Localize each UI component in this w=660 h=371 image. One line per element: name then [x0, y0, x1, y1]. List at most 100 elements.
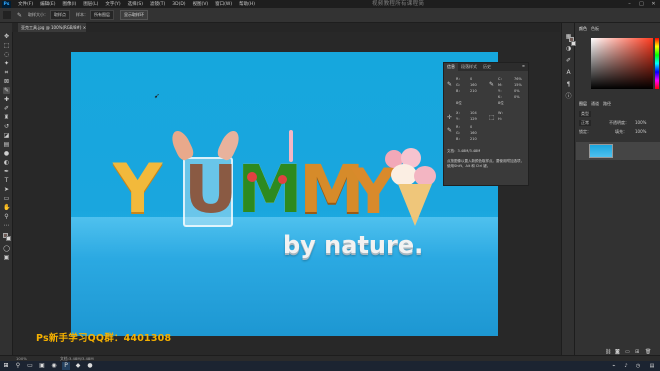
maximize-icon[interactable]: □: [636, 0, 647, 8]
color-bg-swatch[interactable]: [571, 41, 576, 46]
color-picker-field[interactable]: [591, 38, 653, 89]
shape-tool-icon[interactable]: ▭: [3, 195, 10, 202]
photoshop-taskbar-icon[interactable]: P: [62, 362, 70, 370]
explorer-icon[interactable]: ▣: [38, 362, 46, 370]
document-canvas[interactable]: Y U M M Y by nature.: [71, 52, 498, 336]
tab-paths[interactable]: 路径: [603, 101, 611, 107]
lasso-tool-icon[interactable]: ◌: [3, 51, 10, 58]
search-icon[interactable]: ⚲: [14, 362, 22, 370]
screen-mode-icon[interactable]: ▣: [3, 254, 10, 261]
sample-size-select[interactable]: 取样点: [50, 10, 71, 20]
menu-view[interactable]: 视图(V): [193, 1, 209, 7]
app-icon-2[interactable]: ●: [86, 362, 94, 370]
info-panel-tabs: 信息 段落样式 历史: [444, 63, 528, 71]
menu-help[interactable]: 帮助(H): [239, 1, 255, 7]
pen-tool-icon[interactable]: ✒: [3, 168, 10, 175]
paragraph-panel-icon[interactable]: ¶: [565, 81, 572, 88]
w-label: W：: [498, 111, 505, 115]
blur-tool-icon[interactable]: ●: [3, 150, 10, 157]
marquee-tool-icon[interactable]: ⬚: [3, 42, 10, 49]
info-panel: 信息 段落样式 历史 ≡ ✎ R： G： B： 0 160 210 ✎ C： M…: [443, 62, 529, 186]
character-panel-icon[interactable]: A: [565, 69, 572, 76]
minimize-icon[interactable]: –: [624, 0, 635, 8]
rgb-g-value: 160: [470, 83, 477, 87]
quick-select-tool-icon[interactable]: ✦: [3, 60, 10, 67]
background-color-swatch[interactable]: [6, 236, 11, 241]
tray-network-icon[interactable]: ⌁: [610, 362, 618, 370]
brush-panel-icon[interactable]: ✐: [565, 57, 572, 64]
app-icon-1[interactable]: ◆: [74, 362, 82, 370]
close-icon[interactable]: ✕: [648, 0, 659, 8]
browser-icon[interactable]: ◉: [50, 362, 58, 370]
tray-clock-icon[interactable]: ◷: [634, 362, 642, 370]
cmyk-c-label: C：: [498, 77, 504, 81]
notification-icon[interactable]: ▤: [648, 362, 656, 370]
window-title: 视频教程所有课程简: [372, 1, 425, 7]
panel-menu-icon[interactable]: ≡: [522, 64, 525, 68]
tray-volume-icon[interactable]: ♪: [622, 362, 630, 370]
adjustments-panel-icon[interactable]: ◑: [565, 45, 572, 52]
eyedropper-icon[interactable]: ✎: [3, 87, 10, 94]
eraser-tool-icon[interactable]: ◪: [3, 132, 10, 139]
dodge-tool-icon[interactable]: ◐: [3, 159, 10, 166]
fill-value[interactable]: 100%: [635, 129, 646, 134]
menu-window[interactable]: 窗口(W): [215, 1, 232, 7]
windows-start-icon[interactable]: ⊞: [2, 362, 10, 370]
path-select-icon[interactable]: ➤: [3, 186, 10, 193]
hue-slider[interactable]: [655, 38, 659, 89]
clone-stamp-icon[interactable]: ♜: [3, 114, 10, 121]
strawberry-1: [247, 172, 257, 182]
menu-3d[interactable]: 3D(D): [172, 2, 185, 7]
eyedropper-tool-icon[interactable]: ✎: [17, 12, 22, 19]
tab-paragraph-styles[interactable]: 段落样式: [458, 63, 480, 71]
rgb-g-label: G：: [456, 83, 463, 87]
healing-brush-icon[interactable]: ✚: [3, 96, 10, 103]
crosshair-icon: ✛: [447, 114, 453, 121]
sample-select[interactable]: 所有图层: [90, 10, 115, 20]
menu-file[interactable]: 文件(F): [18, 1, 33, 7]
info-panel-icon[interactable]: ⓘ: [565, 93, 572, 100]
menu-image[interactable]: 图像(I): [62, 1, 76, 7]
sample-g-value: 160: [470, 131, 477, 135]
menu-filter[interactable]: 滤镜(T): [150, 1, 165, 7]
quick-mask-icon[interactable]: ◯: [3, 245, 10, 252]
rgb-b-label: B：: [456, 89, 462, 93]
tab-history[interactable]: 历史: [480, 63, 494, 71]
type-tool-icon[interactable]: T: [3, 177, 10, 184]
history-brush-icon[interactable]: ↺: [3, 123, 10, 130]
crop-tool-icon[interactable]: ⌗: [3, 69, 10, 76]
tab-color[interactable]: 颜色: [579, 26, 587, 32]
menu-edit[interactable]: 编辑(E): [40, 1, 55, 7]
tab-layers[interactable]: 图层: [579, 101, 587, 107]
brush-tool-icon[interactable]: ✐: [3, 105, 10, 112]
opacity-label: 不透明度：: [609, 120, 629, 125]
menu-layer[interactable]: 图层(L): [83, 1, 98, 7]
tagline-text: by nature.: [283, 231, 424, 259]
tab-swatches[interactable]: 色板: [591, 26, 599, 32]
sample-b-value: 210: [470, 137, 477, 141]
document-tab[interactable]: 亚克工具.jpg @ 100%(RGB/8#) ×: [18, 23, 86, 32]
menu-select[interactable]: 选择(S): [128, 1, 143, 7]
opacity-value[interactable]: 100%: [635, 120, 646, 125]
home-icon[interactable]: [3, 11, 11, 19]
blend-mode-select[interactable]: 正常: [579, 120, 591, 126]
menu-type[interactable]: 文字(Y): [105, 1, 120, 7]
more-tools-icon[interactable]: ⋯: [3, 222, 10, 229]
rgb-r-label: R：: [456, 77, 462, 81]
letter-chocolate-u: U: [184, 151, 238, 228]
info-hint-text: 点按图像以置入新颜色取样点。要使用附加选项，使用Shift、Alt 和 Ctrl…: [447, 159, 524, 168]
panel-icon-strip: ▦ ◑ ✐ A ¶ ⓘ: [561, 23, 574, 355]
move-tool-icon[interactable]: ✥: [3, 33, 10, 40]
ice-cream-scoop-berry: [414, 166, 436, 186]
x-label: X：: [456, 111, 462, 115]
frame-tool-icon[interactable]: ⊠: [3, 78, 10, 85]
sample-b-label: B：: [456, 137, 462, 141]
gradient-tool-icon[interactable]: ▤: [3, 141, 10, 148]
task-view-icon[interactable]: ▭: [26, 362, 34, 370]
layer-kind-filter[interactable]: 类型: [579, 111, 591, 117]
tab-channels[interactable]: 通道: [591, 101, 599, 107]
zoom-tool-icon[interactable]: ⚲: [3, 213, 10, 220]
show-sampling-ring-checkbox[interactable]: 显示取样环: [120, 10, 149, 20]
tab-info[interactable]: 信息: [444, 63, 458, 71]
hand-tool-icon[interactable]: ✋: [3, 204, 10, 211]
